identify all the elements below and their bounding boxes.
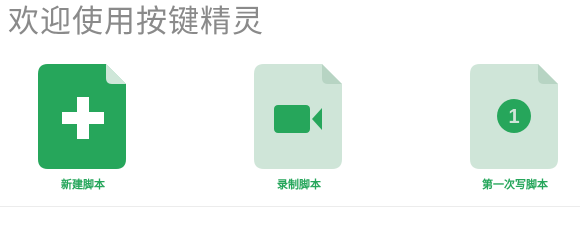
first-script-file-icon: 1: [470, 64, 558, 169]
number-one-icon: 1: [497, 99, 531, 133]
first-script-button[interactable]: 1 第一次写脚本: [460, 64, 570, 194]
record-script-label: 录制脚本: [277, 178, 321, 191]
first-script-label: 第一次写脚本: [482, 178, 548, 191]
new-script-file-icon: [38, 64, 126, 169]
record-script-button[interactable]: 录制脚本: [244, 64, 354, 194]
welcome-title: 欢迎使用按键精灵: [8, 4, 264, 40]
bottom-divider: [0, 206, 580, 207]
new-script-button[interactable]: 新建脚本: [28, 64, 138, 194]
new-script-label: 新建脚本: [61, 178, 105, 191]
record-script-file-icon: [254, 64, 342, 169]
number-one-badge: 1: [508, 106, 519, 128]
